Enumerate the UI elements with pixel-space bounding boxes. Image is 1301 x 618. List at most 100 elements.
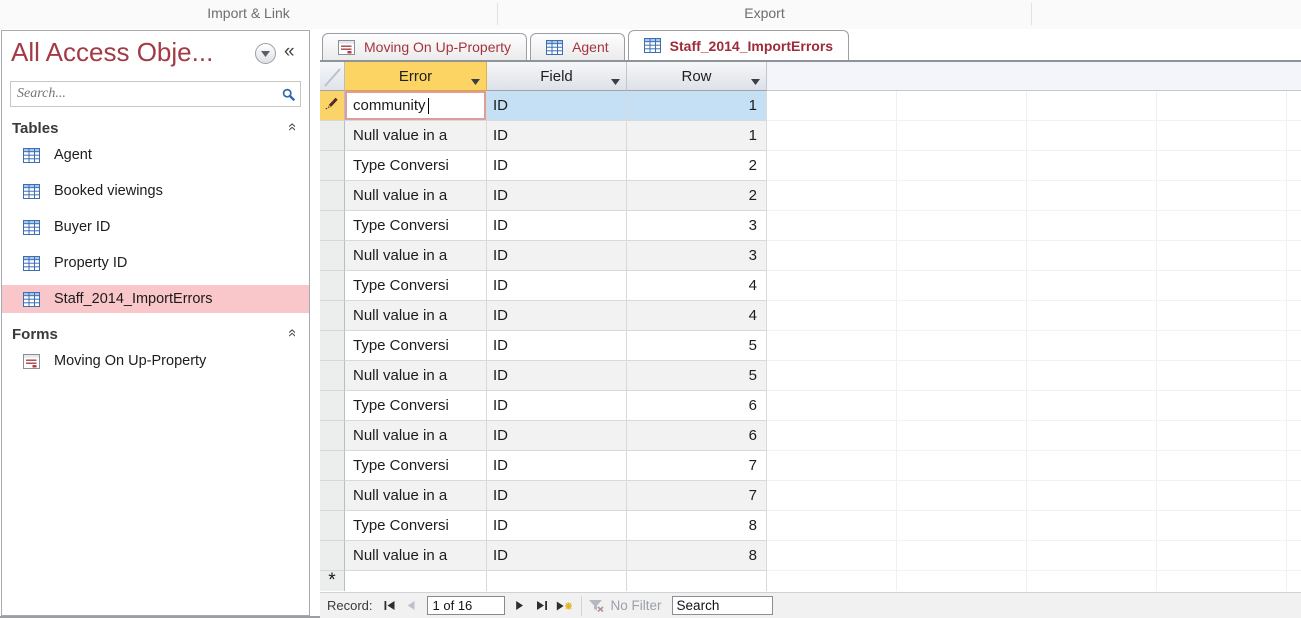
error-cell[interactable]: Null value in a — [345, 181, 487, 211]
sidebar-item-agent[interactable]: Agent — [2, 141, 309, 169]
row-number-cell[interactable]: 1 — [627, 91, 767, 121]
field-cell[interactable]: ID — [487, 391, 627, 421]
error-cell[interactable]: Type Conversi — [345, 391, 487, 421]
record-search-input[interactable] — [672, 596, 773, 615]
sidebar-group-header-tables[interactable]: Tables» — [2, 115, 309, 141]
tab-moving-on-up-property[interactable]: Moving On Up-Property — [322, 33, 527, 60]
row-number-cell[interactable]: 3 — [627, 241, 767, 271]
field-cell[interactable]: ID — [487, 481, 627, 511]
error-cell-editing[interactable]: community — [345, 91, 487, 121]
collapse-group-icon[interactable]: » — [283, 330, 300, 337]
column-dropdown-icon[interactable] — [751, 72, 760, 89]
row-number-cell[interactable]: 1 — [627, 121, 767, 151]
filter-indicator[interactable]: No Filter — [588, 598, 662, 613]
new-record-selector[interactable]: * — [320, 571, 345, 591]
row-selector[interactable] — [320, 451, 345, 481]
row-number-cell[interactable]: 6 — [627, 391, 767, 421]
shutter-bar-collapse-button[interactable]: « — [284, 41, 295, 63]
error-cell[interactable]: Type Conversi — [345, 271, 487, 301]
current-record-box[interactable]: 1 of 16 — [427, 596, 505, 615]
new-record-cell[interactable] — [487, 571, 627, 591]
row-selector[interactable] — [320, 241, 345, 271]
row-selector[interactable] — [320, 121, 345, 151]
row-number-cell[interactable]: 5 — [627, 331, 767, 361]
sidebar-group-header-forms[interactable]: Forms» — [2, 321, 309, 347]
collapse-group-icon[interactable]: » — [283, 124, 300, 131]
column-dropdown-icon[interactable] — [471, 72, 480, 89]
sidebar-item-moving-on-up-property[interactable]: Moving On Up-Property — [2, 347, 309, 375]
column-header-error[interactable]: Error — [345, 62, 487, 91]
field-cell[interactable]: ID — [487, 541, 627, 571]
row-selector[interactable] — [320, 271, 345, 301]
field-cell[interactable]: ID — [487, 421, 627, 451]
error-cell[interactable]: Type Conversi — [345, 451, 487, 481]
last-record-button[interactable] — [531, 596, 553, 616]
row-number-cell[interactable]: 3 — [627, 211, 767, 241]
field-cell[interactable]: ID — [487, 181, 627, 211]
field-cell[interactable]: ID — [487, 301, 627, 331]
row-number-cell[interactable]: 8 — [627, 541, 767, 571]
field-cell[interactable]: ID — [487, 151, 627, 181]
previous-record-button[interactable] — [401, 596, 423, 616]
first-record-button[interactable] — [379, 596, 401, 616]
row-number-cell[interactable]: 6 — [627, 421, 767, 451]
new-record-row[interactable]: * — [320, 571, 1301, 591]
field-cell[interactable]: ID — [487, 121, 627, 151]
sidebar-item-property-id[interactable]: Property ID — [2, 249, 309, 277]
tab-agent[interactable]: Agent — [530, 33, 625, 60]
tab-staff-2014-importerrors[interactable]: Staff_2014_ImportErrors — [628, 30, 849, 60]
field-cell[interactable]: ID — [487, 91, 627, 121]
row-selector[interactable] — [320, 421, 345, 451]
error-cell[interactable]: Null value in a — [345, 121, 487, 151]
field-cell[interactable]: ID — [487, 361, 627, 391]
error-cell[interactable]: Null value in a — [345, 541, 487, 571]
row-selector[interactable] — [320, 391, 345, 421]
row-number-cell[interactable]: 2 — [627, 151, 767, 181]
error-cell[interactable]: Null value in a — [345, 481, 487, 511]
row-number-cell[interactable]: 5 — [627, 361, 767, 391]
row-number-cell[interactable]: 8 — [627, 511, 767, 541]
error-cell[interactable]: Type Conversi — [345, 511, 487, 541]
new-record-button[interactable] — [553, 596, 575, 616]
row-number-cell[interactable]: 4 — [627, 301, 767, 331]
row-selector[interactable] — [320, 301, 345, 331]
row-selector[interactable] — [320, 541, 345, 571]
error-cell[interactable]: Type Conversi — [345, 211, 487, 241]
select-all-corner[interactable] — [320, 62, 345, 91]
column-header-row[interactable]: Row — [627, 62, 767, 91]
new-record-cell[interactable] — [627, 571, 767, 591]
next-record-button[interactable] — [509, 596, 531, 616]
sidebar-item-buyer-id[interactable]: Buyer ID — [2, 213, 309, 241]
row-number-cell[interactable]: 2 — [627, 181, 767, 211]
row-number-cell[interactable]: 7 — [627, 481, 767, 511]
column-dropdown-icon[interactable] — [611, 72, 620, 89]
field-cell[interactable]: ID — [487, 451, 627, 481]
row-selector-editing[interactable] — [320, 91, 345, 121]
error-cell[interactable]: Null value in a — [345, 241, 487, 271]
field-cell[interactable]: ID — [487, 211, 627, 241]
error-cell[interactable]: Null value in a — [345, 301, 487, 331]
row-selector[interactable] — [320, 211, 345, 241]
sidebar-item-staff-2014-importerrors[interactable]: Staff_2014_ImportErrors — [2, 285, 309, 313]
field-cell[interactable]: ID — [487, 241, 627, 271]
error-cell[interactable]: Type Conversi — [345, 331, 487, 361]
search-icon[interactable] — [280, 86, 298, 104]
row-selector[interactable] — [320, 331, 345, 361]
row-selector[interactable] — [320, 481, 345, 511]
navigation-search-input[interactable] — [11, 82, 283, 106]
column-header-field[interactable]: Field — [487, 62, 627, 91]
field-cell[interactable]: ID — [487, 271, 627, 301]
navigation-pane-menu-button[interactable] — [255, 43, 276, 64]
row-number-cell[interactable]: 4 — [627, 271, 767, 301]
row-selector[interactable] — [320, 151, 345, 181]
field-cell[interactable]: ID — [487, 331, 627, 361]
error-cell[interactable]: Null value in a — [345, 421, 487, 451]
error-cell[interactable]: Type Conversi — [345, 151, 487, 181]
row-selector[interactable] — [320, 511, 345, 541]
new-record-cell[interactable] — [345, 571, 487, 591]
sidebar-item-booked-viewings[interactable]: Booked viewings — [2, 177, 309, 205]
field-cell[interactable]: ID — [487, 511, 627, 541]
row-selector[interactable] — [320, 361, 345, 391]
error-cell[interactable]: Null value in a — [345, 361, 487, 391]
row-selector[interactable] — [320, 181, 345, 211]
